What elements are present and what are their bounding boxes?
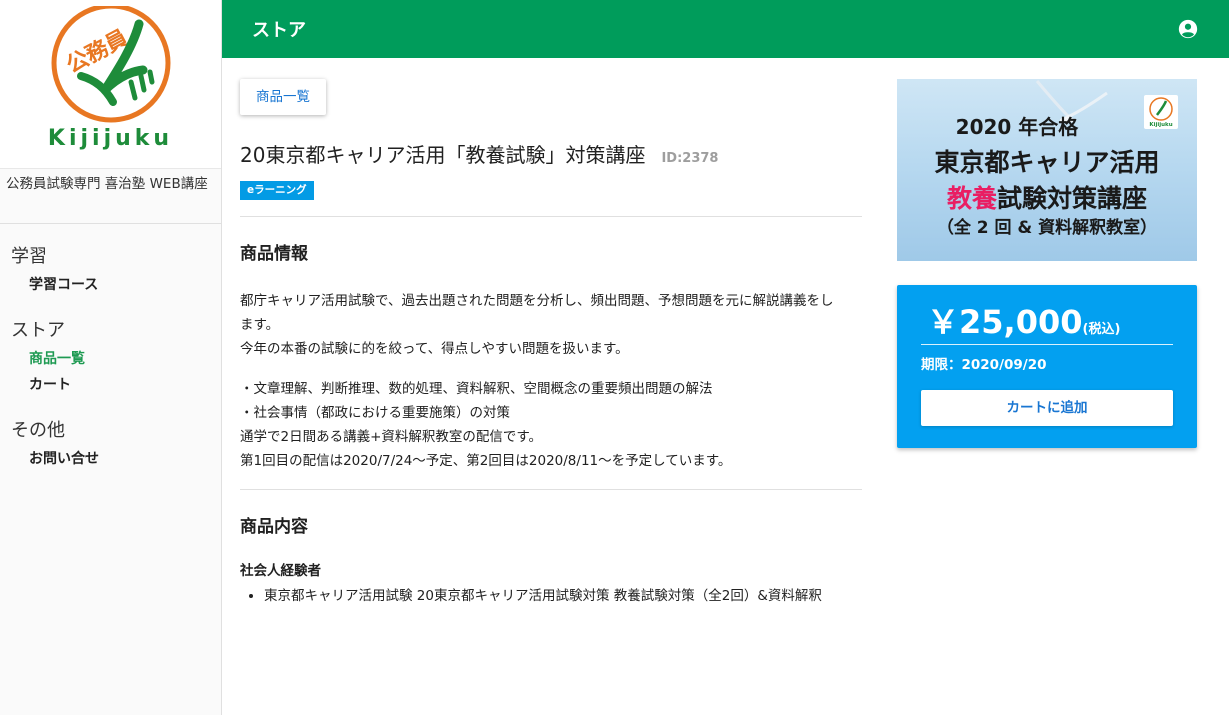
nav-item-contact[interactable]: お問い合せ xyxy=(0,446,221,472)
description-line: 第1回目の配信は2020/7/24〜予定、第2回目は2020/8/11〜を予定し… xyxy=(240,453,732,469)
kijijuku-logo-icon: 公務員 xyxy=(51,6,170,123)
nav-heading-study: 学習 xyxy=(11,246,47,267)
price-tax-label: (税込) xyxy=(1082,322,1121,337)
banner-line-4: （全 2 回 & 資料解釈教室） xyxy=(936,218,1158,238)
product-title: 20東京都キャリア活用「教養試験」対策講座 xyxy=(240,143,646,167)
logo-wordmark: Kijijuku xyxy=(47,126,174,151)
sidebar: 公務員 Kijijuku 公務員試験専門 喜治塾 WEB講座 学習 学習コース … xyxy=(0,0,222,715)
elearning-badge: eラーニング xyxy=(240,181,314,200)
product-banner-image: 2020 年合格 東京都キャリア活用 教養試験対策講座 （全 2 回 & 資料解… xyxy=(897,79,1197,261)
svg-text:Kijijuku: Kijijuku xyxy=(1149,122,1172,128)
main-content: 商品一覧 20東京都キャリア活用「教養試験」対策講座 ID:2378 eラーニン… xyxy=(240,58,862,607)
nav-heading-store: ストア xyxy=(11,320,65,341)
description-line: ・社会事情（都政における重要施策）の対策 xyxy=(240,405,510,421)
site-name: 公務員試験専門 喜治塾 WEB講座 xyxy=(0,168,221,224)
description-line: 通学で2日間ある講義+資料解釈教室の配信です。 xyxy=(240,429,543,445)
divider xyxy=(921,344,1173,345)
add-to-cart-button[interactable]: カートに追加 xyxy=(921,390,1173,426)
product-info-heading: 商品情報 xyxy=(240,244,308,264)
banner-logo: Kijijuku xyxy=(1144,95,1178,129)
product-list-button[interactable]: 商品一覧 xyxy=(240,79,326,115)
description-line: 今年の本番の試験に的を絞って、得点しやすい問題を扱います。 xyxy=(240,341,629,357)
kijijuku-mini-logo-icon: Kijijuku xyxy=(1149,97,1173,128)
deadline: 期限：2020/09/20 xyxy=(921,357,1047,373)
banner-accent-text: 教養 xyxy=(946,184,997,213)
product-id: ID:2378 xyxy=(661,151,719,166)
banner-line-2: 東京都キャリア活用 xyxy=(934,148,1160,177)
description-line: ・文章理解、判断推理、数的処理、資料解釈、空間概念の重要頻出問題の解法 xyxy=(240,381,713,397)
banner-line-1: 2020 年合格 xyxy=(955,115,1079,139)
nav-item-study-course[interactable]: 学習コース xyxy=(0,272,221,298)
contents-list: 東京都キャリア活用試験 20東京都キャリア活用試験対策 教養試験対策（全2回）&… xyxy=(240,585,862,607)
product-contents-heading: 商品内容 xyxy=(240,517,308,537)
banner-line-3-rest: 試験対策講座 xyxy=(997,184,1148,213)
account-circle-icon[interactable] xyxy=(1177,18,1199,40)
price-value: ￥25,000 xyxy=(927,303,1083,341)
banner-line-3: 教養試験対策講座 xyxy=(897,179,1197,215)
nav-item-cart[interactable]: カート xyxy=(0,372,221,398)
header-title: ストア xyxy=(252,20,306,41)
divider xyxy=(240,216,862,217)
description-block-2: ・文章理解、判断推理、数的処理、資料解釈、空間概念の重要頻出問題の解法 ・社会事… xyxy=(240,377,862,473)
logo[interactable]: 公務員 Kijijuku xyxy=(0,0,221,168)
product-title-row: 20東京都キャリア活用「教養試験」対策講座 ID:2378 xyxy=(240,139,862,168)
contents-subtitle: 社会人経験者 xyxy=(240,563,321,579)
description-line: ます。 xyxy=(240,317,280,333)
nav-section-study: 学習 学習コース xyxy=(0,242,221,298)
price: ￥25,000(税込) xyxy=(921,301,1173,343)
nav-section-other: その他 お問い合せ xyxy=(0,416,221,472)
divider xyxy=(240,489,862,490)
nav-item-product-list[interactable]: 商品一覧 xyxy=(0,346,221,372)
nav-heading-other: その他 xyxy=(11,420,65,441)
description-block-1: 都庁キャリア活用試験で、過去出題された問題を分析し、頻出問題、予想問題を元に解説… xyxy=(240,289,862,361)
app-header: ストア xyxy=(222,0,1229,58)
list-item: 東京都キャリア活用試験 20東京都キャリア活用試験対策 教養試験対策（全2回）&… xyxy=(264,585,862,607)
price-card: ￥25,000(税込) 期限：2020/09/20 カートに追加 xyxy=(897,285,1197,448)
nav-section-store: ストア 商品一覧 カート xyxy=(0,316,221,398)
description-line: 都庁キャリア活用試験で、過去出題された問題を分析し、頻出問題、予想問題を元に解説… xyxy=(240,293,834,309)
